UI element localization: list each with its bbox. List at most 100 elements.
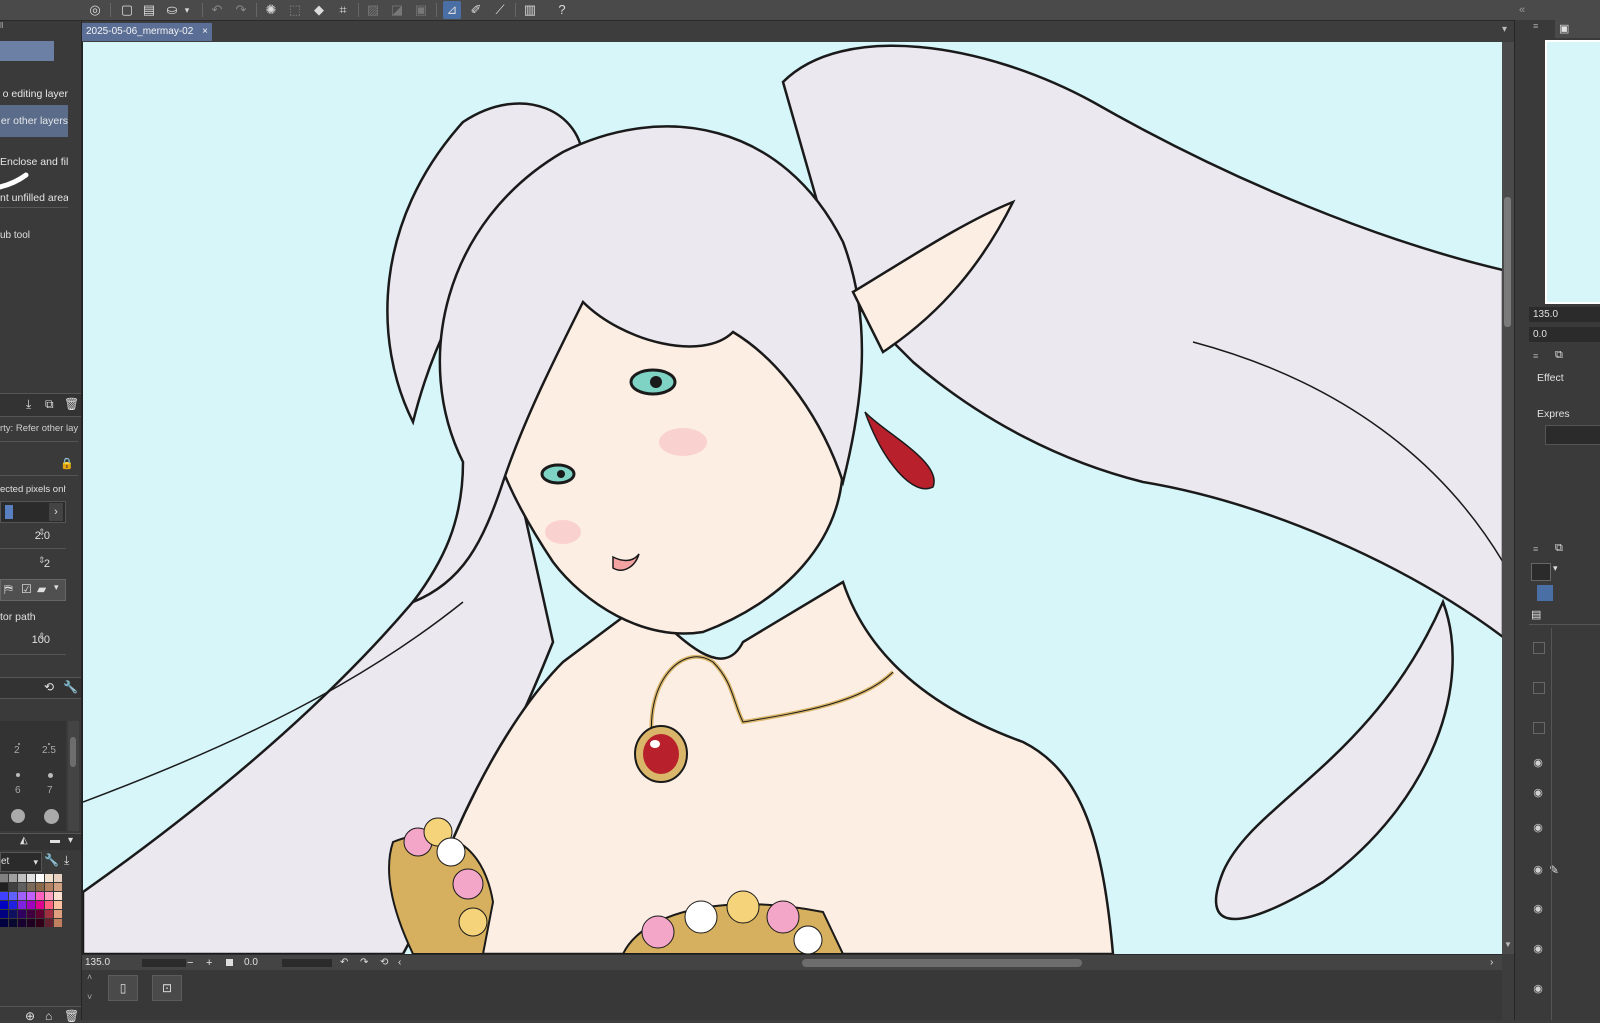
color-swatch[interactable] — [18, 883, 26, 891]
color-swatch[interactable] — [18, 874, 26, 882]
fill-tool-icon[interactable]: ⛿ — [4, 582, 13, 597]
rotate-right-icon[interactable]: ↷ — [360, 955, 368, 971]
expression-color-select[interactable] — [1545, 425, 1600, 445]
scroll-down-icon[interactable]: ▼ — [1504, 940, 1512, 949]
stepper-icon[interactable]: ⇕ — [38, 555, 46, 566]
color-swatch[interactable] — [18, 892, 26, 900]
vector-path-label[interactable]: tor path — [0, 611, 66, 623]
snap-brush-icon[interactable]: ✐ — [467, 1, 485, 19]
layer-type-selector[interactable]: › — [0, 501, 66, 523]
scroll-right-icon[interactable]: › — [1490, 955, 1493, 971]
color-swatch[interactable] — [27, 874, 35, 882]
stepper-icon[interactable]: ⇕ — [38, 527, 46, 538]
chevron-up-icon[interactable]: ˄ — [87, 972, 92, 982]
color-set-select[interactable]: et ▾ — [0, 852, 42, 872]
color-swatch[interactable] — [0, 919, 8, 927]
layer-property-tab-icon[interactable]: ⧉ — [1555, 349, 1563, 362]
eye-icon[interactable]: ◉ — [1531, 902, 1545, 916]
horizontal-scrollbar-thumb[interactable] — [802, 959, 1082, 967]
navigator-rotation-field[interactable]: 0.0 — [1529, 327, 1600, 342]
color-swatch[interactable] — [45, 901, 53, 909]
color-swatch[interactable] — [0, 901, 8, 909]
color-swatch[interactable] — [54, 883, 62, 891]
rotate-left-icon[interactable]: ↶ — [340, 955, 348, 971]
color-swatch[interactable] — [45, 883, 53, 891]
brush-size-label[interactable]: 7 — [47, 785, 53, 796]
new-file-icon[interactable]: ▢ — [118, 1, 136, 19]
save-icon[interactable]: ⛀ — [163, 1, 181, 19]
rotation-value[interactable]: 0.0 — [244, 955, 258, 971]
color-swatch[interactable] — [36, 883, 44, 891]
color-swatch[interactable] — [45, 874, 53, 882]
reset-rotation-icon[interactable]: ⟲ — [380, 955, 388, 971]
color-swatch[interactable] — [18, 919, 26, 927]
color-swatch[interactable] — [27, 910, 35, 918]
download-icon[interactable]: ⤓ — [26, 397, 31, 412]
eye-icon[interactable]: ◉ — [1531, 821, 1545, 835]
reset-icon[interactable]: ⟲ — [44, 680, 54, 694]
navigator-preview[interactable] — [1545, 40, 1600, 304]
color-swatch[interactable] — [36, 892, 44, 900]
color-swatch[interactable] — [45, 919, 53, 927]
color-swatch[interactable] — [54, 874, 62, 882]
eye-icon[interactable]: ◉ — [1531, 982, 1545, 996]
color-swatch[interactable] — [45, 910, 53, 918]
color-swatch[interactable] — [18, 910, 26, 918]
brush-size-dot[interactable] — [16, 773, 20, 777]
panel-toggle-icon[interactable]: ▯ — [108, 975, 138, 1001]
color-swatch[interactable] — [0, 910, 8, 918]
rotation-slider[interactable] — [282, 959, 332, 967]
chevron-down-icon[interactable]: ▾ — [1553, 563, 1558, 574]
chevron-down-icon[interactable]: ˅ — [87, 992, 92, 1002]
tab-list-chevron-icon[interactable]: ▾ — [1502, 24, 1507, 35]
trash-icon[interactable]: 🗑 — [64, 397, 79, 411]
color-swatch[interactable] — [36, 919, 44, 927]
device-icon[interactable]: ▥ — [521, 1, 539, 19]
selection-icon[interactable]: ⬚ — [286, 1, 304, 19]
open-folder-icon[interactable]: ▤ — [140, 1, 158, 19]
trash-icon[interactable]: 🗑 — [64, 1009, 79, 1023]
color-swatch[interactable] — [36, 901, 44, 909]
folder-icon[interactable]: ▰ — [37, 582, 46, 596]
document-tab[interactable]: 2025-05-06_mermay-02 × — [82, 23, 212, 41]
navigator-zoom-field[interactable]: 135.0 — [1529, 307, 1600, 322]
app-logo-icon[interactable]: ◎ — [86, 1, 104, 19]
target-selector[interactable]: ⛿ ☑ ▰ ▾ — [0, 579, 66, 601]
snap-line-icon[interactable]: ⟋ — [491, 1, 509, 19]
color-swatch[interactable] — [0, 883, 8, 891]
color-swatch[interactable] — [54, 919, 62, 927]
color-swatch[interactable] — [27, 901, 35, 909]
color-swatch[interactable] — [45, 892, 53, 900]
brush-size-label[interactable]: 2.5 — [42, 745, 56, 756]
snap-ruler-icon[interactable]: ⊿ — [443, 1, 461, 19]
blend-mode-select[interactable] — [1531, 563, 1551, 581]
eye-icon[interactable]: ◉ — [1531, 942, 1545, 956]
zoom-in-icon[interactable]: + — [206, 955, 212, 971]
brush-size-scrollbar[interactable] — [68, 721, 79, 831]
color-swatch[interactable] — [9, 910, 17, 918]
option-sub-tool[interactable]: ub tool — [0, 230, 66, 241]
color-swatch[interactable] — [9, 883, 17, 891]
color-wheel-tab-icon[interactable]: ◭ — [20, 835, 28, 846]
layer-list-icon[interactable]: ▤ — [1531, 608, 1541, 621]
help-icon[interactable]: ? — [553, 1, 571, 19]
scrollbar-thumb[interactable] — [70, 737, 76, 767]
stepper-icon[interactable]: ⇕ — [38, 631, 46, 642]
color-swatch[interactable] — [27, 892, 35, 900]
drawing-canvas[interactable] — [82, 42, 1503, 954]
checkbox-icon[interactable]: ☑ — [21, 582, 32, 596]
color-swatch[interactable] — [0, 874, 8, 882]
undo-icon[interactable]: ↶ — [208, 1, 226, 19]
color-swatch[interactable] — [36, 874, 44, 882]
import-icon[interactable]: ⤓ — [64, 853, 69, 868]
color-swatch[interactable] — [54, 910, 62, 918]
color-swatch-grid[interactable] — [0, 874, 68, 954]
fill-bucket-icon[interactable]: ◆ — [310, 1, 328, 19]
eyedropper-icon[interactable]: ⌂ — [45, 1009, 52, 1023]
navigator-tab[interactable]: ▣ — [1555, 20, 1600, 38]
color-swatch[interactable] — [0, 892, 8, 900]
scrollbar-thumb[interactable] — [1504, 197, 1511, 327]
scroll-left-icon[interactable]: ‹ — [398, 955, 401, 971]
collapse-panel-icon[interactable]: « — [1513, 1, 1531, 19]
layer-tab-icon[interactable]: ⧉ — [1555, 542, 1563, 555]
